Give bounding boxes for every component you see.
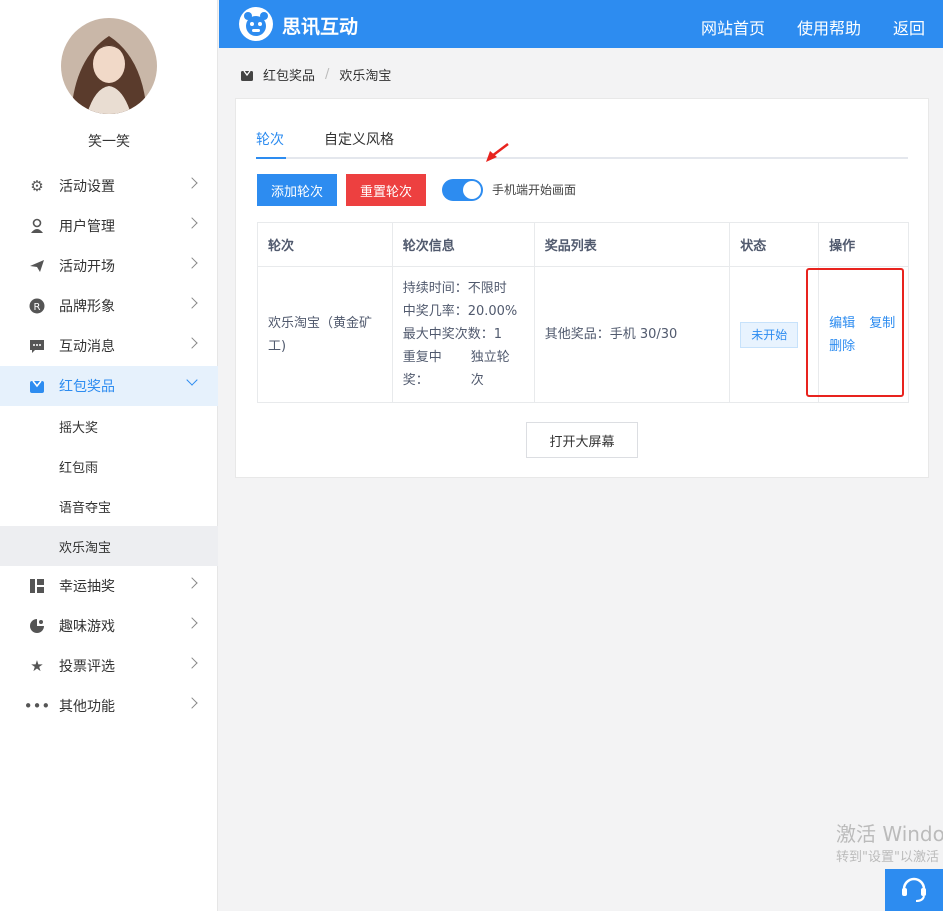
gift-box-icon	[241, 69, 253, 81]
tab-active-indicator	[256, 157, 286, 159]
username: 笑一笑	[88, 134, 130, 150]
round-name-cell: 欢乐淘宝（黄金矿工)	[257, 266, 393, 403]
top-nav: 网站首页 使用帮助 返回	[701, 15, 925, 39]
sidebar-item-label: 其他功能	[59, 699, 115, 715]
sidebar-item-lucky-draw[interactable]: 幸运抽奖	[0, 566, 218, 606]
submenu-item-shake-prize[interactable]: 摇大奖	[0, 406, 218, 446]
info-duration: 持续时间：不限时	[402, 281, 507, 296]
user-icon	[28, 217, 46, 235]
sidebar-item-brand-image[interactable]: R 品牌形象	[0, 286, 218, 326]
top-header: 思讯互动 网站首页 使用帮助 返回	[219, 0, 943, 48]
headset-icon	[899, 873, 929, 907]
chevron-right-icon	[186, 617, 198, 629]
submenu-item-happy-taobao[interactable]: 欢乐淘宝	[0, 526, 218, 566]
sidebar-item-red-packet-prizes[interactable]: 红包奖品	[0, 366, 218, 406]
reset-round-button[interactable]: 重置轮次	[346, 174, 426, 206]
prize-list-cell: 其他奖品：手机 30/30	[533, 266, 731, 403]
submenu-item-voice-treasure[interactable]: 语音夺宝	[0, 486, 218, 526]
chevron-right-icon	[186, 577, 198, 589]
breadcrumb-item-current: 欢乐淘宝	[339, 69, 392, 84]
sidebar-item-label: 幸运抽奖	[59, 579, 115, 595]
round-info-cell: 持续时间：不限时 中奖几率：20.00% 最大中奖次数：1 重复中奖： 独立轮次	[391, 266, 535, 403]
sidebar-item-activity-settings[interactable]: ⚙ 活动设置	[0, 166, 218, 206]
chevron-right-icon	[186, 657, 198, 669]
toggle-label: 手机端开始画面	[492, 183, 577, 197]
add-round-button[interactable]: 添加轮次	[257, 174, 337, 206]
sidebar-item-label: 互动消息	[59, 339, 115, 355]
gears-icon: ⚙	[30, 177, 44, 195]
sidebar-item-label: 品牌形象	[59, 299, 115, 315]
column-header-round-info: 轮次信息	[391, 222, 535, 267]
gift-box-icon	[28, 377, 46, 395]
breadcrumb-item[interactable]: 红包奖品	[263, 65, 315, 84]
star-icon: ★	[30, 657, 44, 675]
sidebar-menu: ⚙ 活动设置 用户管理 活动开场 R 品牌形象 互动消息 红包奖品 摇大奖 红包…	[0, 166, 218, 726]
table-header-row: 轮次 轮次信息 奖品列表 状态 操作	[257, 222, 909, 267]
info-win-rate: 中奖几率：20.00%	[402, 304, 518, 319]
chevron-right-icon	[186, 297, 198, 309]
sidebar-item-label: 趣味游戏	[59, 619, 115, 635]
chevron-right-icon	[186, 177, 198, 189]
activation-watermark-title: 激活 Windo	[836, 822, 943, 846]
sidebar-item-other-functions[interactable]: ••• 其他功能	[0, 686, 218, 726]
chevron-right-icon	[186, 257, 198, 269]
sidebar-item-fun-games[interactable]: 趣味游戏	[0, 606, 218, 646]
nav-back-link[interactable]: 返回	[893, 15, 925, 39]
column-header-status: 状态	[729, 222, 820, 267]
more-icon: •••	[23, 697, 51, 715]
tab-rounds[interactable]: 轮次	[256, 129, 284, 149]
nav-help-link[interactable]: 使用帮助	[797, 15, 861, 39]
breadcrumb: 红包奖品 / 欢乐淘宝	[241, 65, 391, 84]
svg-text:R: R	[34, 302, 41, 313]
sidebar-item-interactive-messages[interactable]: 互动消息	[0, 326, 218, 366]
game-icon	[28, 617, 46, 635]
registered-icon: R	[28, 297, 46, 315]
sidebar-item-activity-opening[interactable]: 活动开场	[0, 246, 218, 286]
sidebar-item-label: 活动开场	[59, 259, 115, 275]
message-icon	[28, 337, 46, 355]
info-repeat-value: 独立轮次	[470, 350, 510, 388]
sidebar-item-label: 红包奖品	[59, 379, 115, 395]
mobile-start-screen-toggle[interactable]	[442, 179, 483, 201]
submenu-item-red-packet-rain[interactable]: 红包雨	[0, 446, 218, 486]
lottery-icon	[28, 577, 46, 595]
nav-home-link[interactable]: 网站首页	[701, 15, 765, 39]
paper-plane-icon	[28, 257, 46, 275]
annotation-highlight-box	[806, 268, 904, 397]
info-repeat-row: 重复中奖： 独立轮次	[403, 346, 524, 392]
sidebar: 笑一笑 ⚙ 活动设置 用户管理 活动开场 R 品牌形象 互动消息 红包奖品 摇大…	[0, 0, 218, 911]
activation-watermark-subtitle: 转到"设置"以激活	[836, 850, 939, 865]
customer-support-button[interactable]	[885, 869, 943, 911]
sidebar-item-label: 投票评选	[59, 659, 115, 675]
status-badge: 未开始	[740, 321, 799, 348]
avatar[interactable]	[61, 18, 157, 114]
annotation-arrow-icon	[486, 143, 509, 162]
toggle-knob	[463, 181, 481, 199]
chevron-down-icon	[186, 374, 198, 386]
sidebar-item-label: 用户管理	[59, 219, 115, 235]
column-header-actions: 操作	[818, 222, 909, 267]
breadcrumb-separator: /	[325, 67, 330, 82]
chevron-right-icon	[186, 697, 198, 709]
tab-bar: 轮次 自定义风格	[256, 129, 908, 159]
sidebar-item-voting[interactable]: ★ 投票评选	[0, 646, 218, 686]
sidebar-item-label: 活动设置	[59, 179, 115, 195]
sidebar-item-user-management[interactable]: 用户管理	[0, 206, 218, 246]
column-header-round: 轮次	[257, 222, 393, 267]
chevron-right-icon	[186, 337, 198, 349]
column-header-prize-list: 奖品列表	[533, 222, 731, 267]
info-repeat-label: 重复中奖：	[402, 350, 442, 388]
info-max-wins: 最大中奖次数：1	[402, 327, 502, 342]
chevron-right-icon	[186, 217, 198, 229]
open-big-screen-button[interactable]: 打开大屏幕	[526, 422, 638, 458]
logo-icon	[239, 7, 273, 41]
logo-text: 思讯互动	[282, 16, 359, 38]
tab-custom-style[interactable]: 自定义风格	[324, 129, 394, 149]
